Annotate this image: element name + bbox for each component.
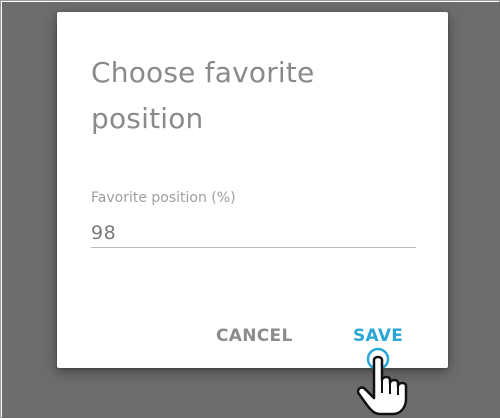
dialog-actions: CANCEL SAVE	[57, 324, 448, 348]
favorite-position-label: Favorite position (%)	[91, 190, 236, 206]
favorite-position-input[interactable]	[91, 218, 416, 248]
dialog-title: Choose favorite position	[91, 56, 315, 135]
save-button[interactable]: SAVE	[353, 324, 403, 348]
screenshot-frame: Choose favorite position Favorite positi…	[0, 0, 500, 418]
cancel-button[interactable]: CANCEL	[216, 324, 293, 348]
hand-pointer-icon	[356, 347, 408, 416]
favorite-position-field: Favorite position (%)	[91, 188, 416, 252]
favorite-position-dialog: Choose favorite position Favorite positi…	[57, 12, 448, 368]
